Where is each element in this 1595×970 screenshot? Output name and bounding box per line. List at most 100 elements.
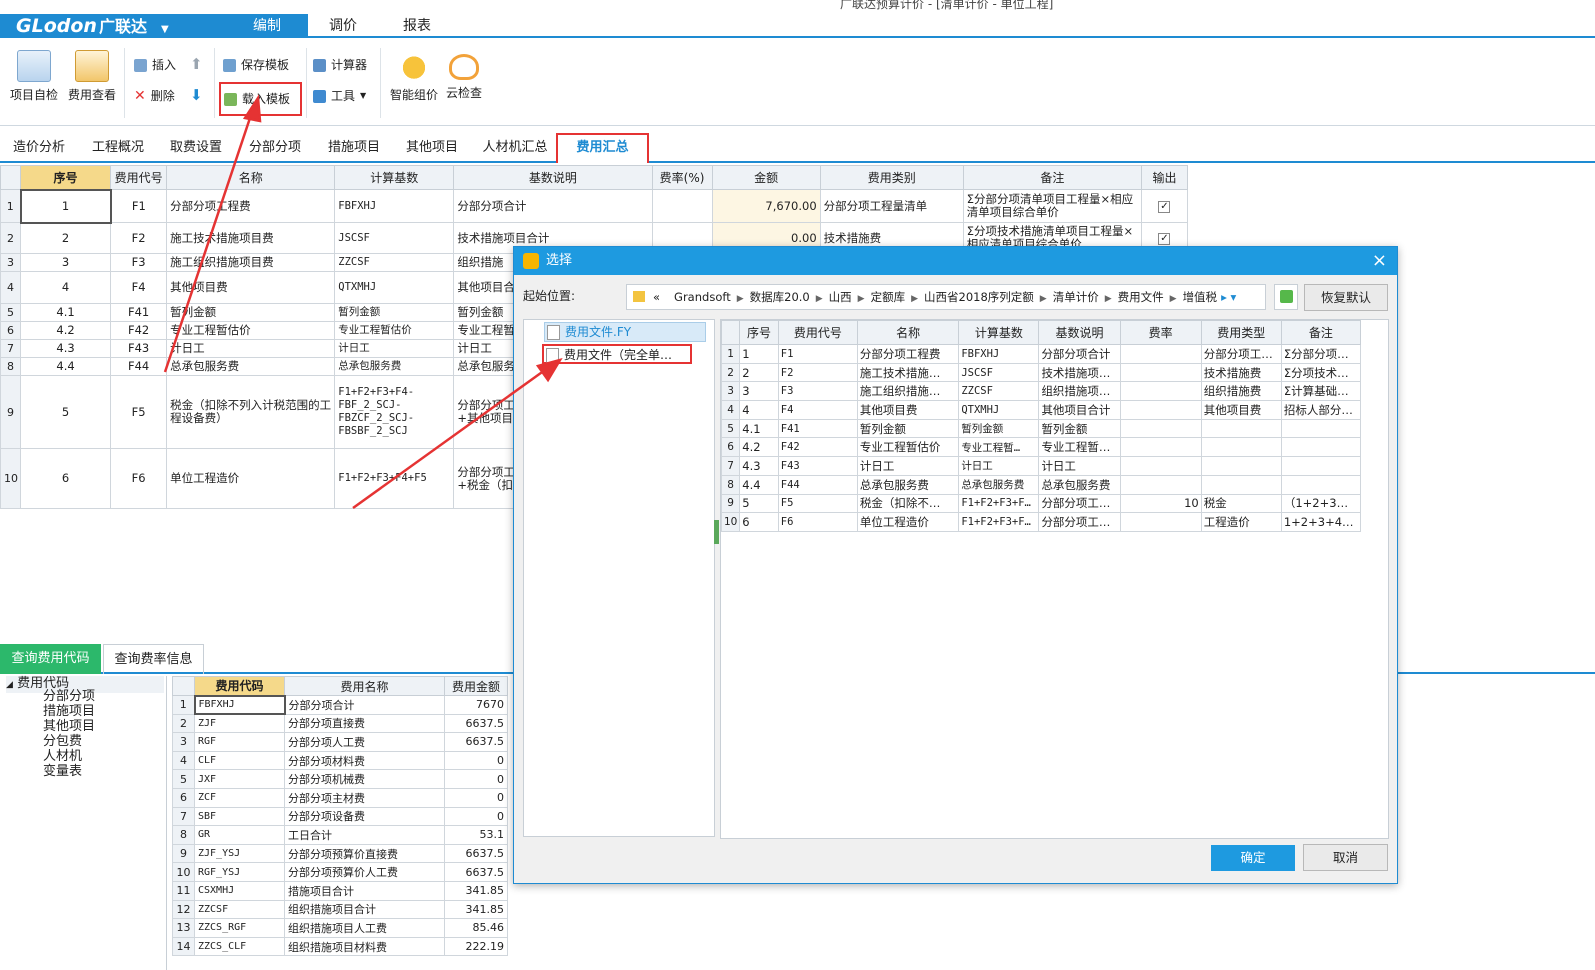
- tree-item-variables[interactable]: 变量表: [43, 764, 82, 779]
- table-row[interactable]: 6 ZCF 分部分项主材费 0: [172, 787, 508, 808]
- header-rate[interactable]: 费率(%): [651, 165, 713, 190]
- cell-name[interactable]: 计日工: [166, 339, 336, 358]
- file-item-fy[interactable]: 费用文件.FY: [544, 322, 706, 342]
- cell-name[interactable]: 暂列金额: [166, 303, 336, 322]
- cell-seq[interactable]: 2: [20, 222, 112, 254]
- code-cell-name[interactable]: 分部分项合计: [284, 695, 445, 715]
- tree-item-other[interactable]: 其他项目: [43, 719, 95, 734]
- code-cell-name[interactable]: 措施项目合计: [284, 880, 445, 901]
- app-logo[interactable]: GLodon 广联达 ▼: [0, 14, 226, 38]
- code-cell-name[interactable]: 分部分项预算价直接费: [284, 843, 445, 864]
- cell-base[interactable]: F1+F2+F3+F4+F5: [334, 448, 455, 509]
- logo-dropdown-icon[interactable]: ▼: [161, 24, 169, 35]
- save-template-button[interactable]: 保存模板: [223, 54, 289, 76]
- code-cell-name[interactable]: 组织措施项目材料费: [284, 936, 445, 957]
- table-row[interactable]: 3 RGF 分部分项人工费 6637.5: [172, 732, 508, 752]
- tab-sub-items[interactable]: 分部分项: [236, 136, 314, 162]
- code-cell-amount[interactable]: 6637.5: [444, 843, 508, 864]
- code-cell-amount[interactable]: 6637.5: [444, 732, 508, 752]
- code-cell-code[interactable]: ZZCS_RGF: [194, 918, 285, 938]
- table-row[interactable]: 7 4.3 F43 计日工 计日工 计日工: [721, 456, 1362, 476]
- tab-query-fee-code[interactable]: 查询费用代码: [0, 644, 101, 674]
- up-folder-button[interactable]: [1274, 284, 1298, 310]
- code-cell-name[interactable]: 组织措施项目合计: [284, 899, 445, 920]
- cell-name[interactable]: 施工组织措施项目费: [166, 253, 336, 272]
- table-row[interactable]: 4 4 F4 其他项目费 QTXMHJ 其他项目合计 其他项目费 招标人部分…: [721, 400, 1362, 420]
- cell-code[interactable]: F41: [110, 303, 168, 322]
- code-cell-code[interactable]: ZCF: [194, 787, 285, 808]
- code-cell-code[interactable]: GR: [194, 825, 285, 845]
- header-output[interactable]: 输出: [1140, 165, 1189, 190]
- code-header-code[interactable]: 费用代码: [194, 676, 285, 696]
- tab-fee-summary[interactable]: 费用汇总: [556, 133, 649, 163]
- tab-query-rate-info[interactable]: 查询费率信息: [103, 644, 204, 674]
- code-cell-amount[interactable]: 7670: [444, 695, 508, 715]
- cell-code[interactable]: F2: [110, 222, 168, 254]
- tab-measures[interactable]: 措施项目: [316, 136, 392, 162]
- cell-seq[interactable]: 1: [19, 188, 112, 224]
- collapse-icon[interactable]: ◢: [6, 680, 13, 690]
- cell-amount[interactable]: 7,670.00: [711, 189, 821, 223]
- code-cell-name[interactable]: 分部分项人工费: [284, 732, 445, 752]
- table-row[interactable]: 10 6 F6 单位工程造价 F1+F2+F3+F… 分部分项工… 工程造价 1+2+3+4…: [721, 512, 1362, 532]
- code-cell-code[interactable]: JXF: [194, 769, 285, 789]
- file-item-full-unit[interactable]: 费用文件（完全单…: [542, 344, 692, 364]
- path-segment[interactable]: 山西省2018序列定额: [924, 290, 1034, 304]
- code-cell-code[interactable]: RGF_YSJ: [194, 862, 285, 882]
- smart-price-button[interactable]: 智能组价: [386, 50, 442, 103]
- table-row[interactable]: 12 ZZCSF 组织措施项目合计 341.85: [172, 899, 508, 920]
- menu-report[interactable]: 报表: [376, 14, 458, 38]
- cell-rate[interactable]: [651, 189, 713, 223]
- path-segment[interactable]: 定额库: [871, 290, 906, 304]
- header-name[interactable]: 名称: [166, 165, 336, 190]
- cell-base[interactable]: FBFXHJ: [334, 189, 455, 223]
- tab-cost-analysis[interactable]: 造价分析: [0, 136, 78, 162]
- cell-seq[interactable]: 4.2: [20, 321, 112, 340]
- code-cell-code[interactable]: RGF: [194, 732, 285, 752]
- code-cell-amount[interactable]: 341.85: [444, 899, 508, 920]
- cell-name[interactable]: 税金（扣除不列入计税范围的工程设备费）: [166, 375, 336, 449]
- cell-code[interactable]: F43: [110, 339, 168, 358]
- table-row[interactable]: 9 5 F5 税金（扣除不… F1+F2+F3+F… 分部分项工… 10 税金 （1+2+3…: [721, 493, 1362, 514]
- cell-seq[interactable]: 4: [20, 271, 112, 304]
- cell-name[interactable]: 分部分项工程费: [166, 189, 336, 223]
- cell-seq[interactable]: 4.4: [20, 357, 112, 376]
- code-cell-code[interactable]: FBFXHJ: [193, 694, 286, 716]
- tab-other-items[interactable]: 其他项目: [394, 136, 470, 162]
- cell-name[interactable]: 施工技术措施项目费: [166, 222, 336, 254]
- path-segment[interactable]: 山西: [829, 290, 852, 304]
- path-segment[interactable]: 清单计价: [1053, 290, 1099, 304]
- header-amount[interactable]: 金额: [711, 165, 821, 190]
- table-row[interactable]: 5 4.1 F41 暂列金额 暂列金额 暂列金额: [721, 418, 1362, 439]
- code-cell-amount[interactable]: 85.46: [444, 918, 508, 938]
- table-row[interactable]: 7 SBF 分部分项设备费 0: [172, 806, 508, 827]
- code-cell-name[interactable]: 分部分项主材费: [284, 787, 445, 808]
- move-down-icon[interactable]: ⬇: [190, 86, 203, 104]
- table-row[interactable]: 9 ZJF_YSJ 分部分项预算价直接费 6637.5: [172, 843, 508, 864]
- code-cell-code[interactable]: ZZCS_CLF: [194, 936, 285, 957]
- cell-code[interactable]: F42: [110, 321, 168, 340]
- cell-code[interactable]: F5: [110, 375, 168, 449]
- code-cell-amount[interactable]: 53.1: [444, 825, 508, 845]
- table-row[interactable]: 13 ZZCS_RGF 组织措施项目人工费 85.46: [172, 918, 508, 938]
- cell-code[interactable]: F1: [110, 189, 168, 223]
- table-row[interactable]: 1 1 F1 分部分项工程费 FBFXHJ 分部分项合计 7,670.00 分部分项工程量清单…: [0, 188, 1189, 224]
- code-header-name[interactable]: 费用名称: [284, 676, 445, 696]
- cell-base[interactable]: 计日工: [334, 339, 455, 358]
- cell-base[interactable]: F1+F2+F3+F4-FBF_2_SCJ-FBZCF_2_SCJ-FBSBF_…: [334, 375, 455, 449]
- code-cell-code[interactable]: ZJF_YSJ: [194, 843, 285, 864]
- cell-seq[interactable]: 6: [20, 448, 112, 509]
- code-cell-amount[interactable]: 341.85: [444, 880, 508, 901]
- table-row[interactable]: 2 2 F2 施工技术措施… JSCSF 技术措施项… 技术措施费 Σ分项技术…: [721, 362, 1362, 383]
- code-cell-amount[interactable]: 6637.5: [444, 713, 508, 734]
- table-row[interactable]: 3 3 F3 施工组织措施… ZZCSF 组织措施项… 组织措施费 Σ计算基础…: [721, 381, 1362, 402]
- dialog-title-bar[interactable]: 选择: [514, 247, 1397, 275]
- table-row[interactable]: 8 4.4 F44 总承包服务费 总承包服务费 总承包服务费: [721, 474, 1362, 495]
- cell-name[interactable]: 专业工程暂估价: [166, 321, 336, 340]
- code-cell-amount[interactable]: 0: [444, 750, 508, 771]
- tree-item-measures[interactable]: 措施项目: [43, 704, 95, 719]
- cell-name[interactable]: 其他项目费: [166, 271, 336, 304]
- tree-item-subcontract[interactable]: 分包费: [43, 734, 82, 749]
- header-base[interactable]: 计算基数: [334, 165, 455, 190]
- cell-base[interactable]: 暂列金额: [334, 303, 455, 322]
